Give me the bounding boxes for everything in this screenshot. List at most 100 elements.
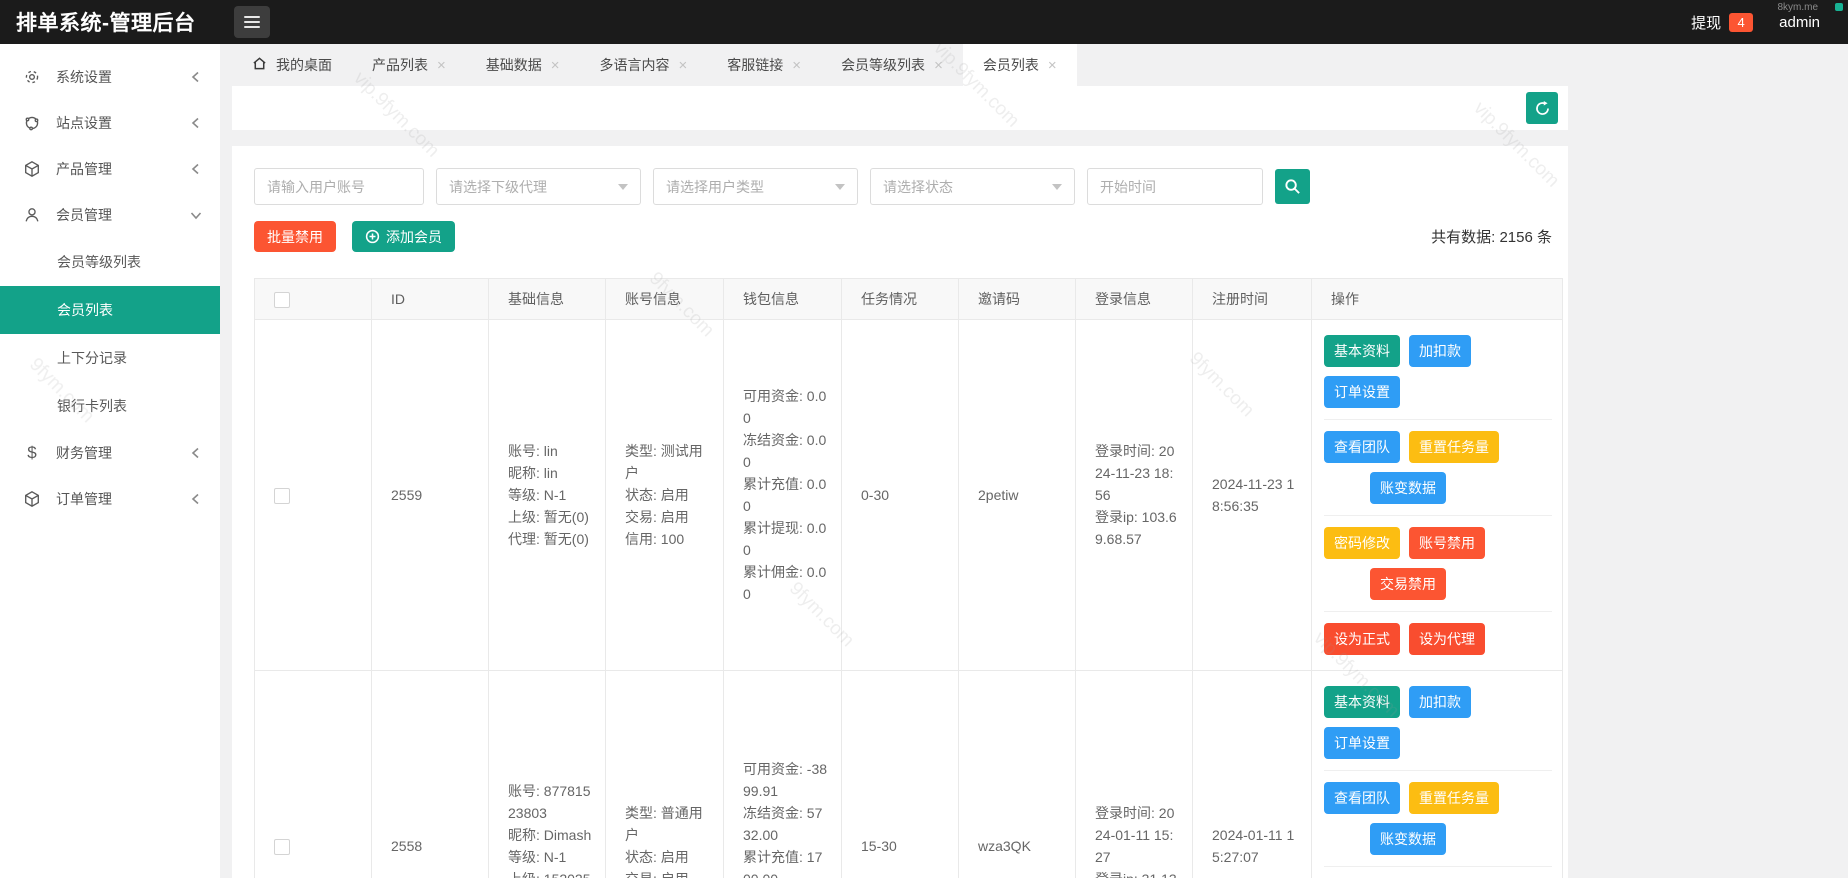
info-line: 上级: 15202595989(2519) — [508, 868, 593, 878]
main-area: 我的桌面 产品列表 × 基础数据 × 多语言内容 × 客服链接 × — [220, 44, 1848, 878]
action-toolbar: 批量禁用 添加会员 共有数据: 2156 条 — [254, 221, 1554, 252]
action-button[interactable]: 重置任务量 — [1409, 782, 1499, 814]
action-button[interactable]: 设为代理 — [1409, 623, 1485, 655]
row-invite-code-cell: wza3QK — [959, 671, 1076, 878]
row-basic-info-cell: 账号: 87781523803昵称: Dimash等级: N-1上级: 1520… — [489, 671, 606, 878]
tab-product-list[interactable]: 产品列表 × — [352, 44, 466, 86]
column-header-actions: 操作 — [1312, 279, 1563, 320]
total-unit: 条 — [1537, 229, 1552, 246]
tab-multilanguage-content[interactable]: 多语言内容 × — [580, 44, 708, 86]
column-header-account-info: 账号信息 — [606, 279, 724, 320]
action-button[interactable]: 基本资料 — [1324, 686, 1400, 718]
sidebar-item-label: 产品管理 — [56, 159, 112, 179]
action-button-group: 密码修改账号禁用交易禁用 — [1324, 866, 1552, 878]
withdraw-label: 提现 — [1691, 12, 1721, 33]
tab-member-level-list[interactable]: 会员等级列表 × — [821, 44, 963, 86]
action-button[interactable]: 基本资料 — [1324, 335, 1400, 367]
sidebar-item-site-settings[interactable]: 站点设置 — [0, 100, 220, 146]
tab-label: 基础数据 — [486, 55, 542, 75]
chevron-down-icon — [1052, 184, 1062, 190]
action-button-group: 基本资料加扣款订单设置 — [1324, 675, 1552, 770]
info-line: 冻结资金: 5732.00 — [743, 802, 829, 846]
batch-disable-button[interactable]: 批量禁用 — [254, 221, 336, 252]
column-header-tasks: 任务情况 — [842, 279, 959, 320]
sidebar-item-updown-records[interactable]: 上下分记录 — [0, 334, 220, 382]
account-search-input[interactable] — [254, 168, 424, 205]
user-menu[interactable]: admin — [1779, 14, 1820, 31]
sidebar-item-product-management[interactable]: 产品管理 — [0, 146, 220, 192]
row-checkbox[interactable] — [274, 839, 290, 855]
sidebar-item-label: 会员等级列表 — [57, 252, 141, 272]
action-button[interactable]: 查看团队 — [1324, 431, 1400, 463]
action-button[interactable]: 订单设置 — [1324, 376, 1400, 408]
close-icon[interactable]: × — [934, 58, 943, 73]
user-type-select[interactable]: 请选择用户类型 — [653, 168, 858, 205]
chevron-left-icon — [190, 447, 202, 459]
filter-row: 请选择下级代理 请选择用户类型 请选择状态 — [254, 168, 1554, 205]
add-member-button[interactable]: 添加会员 — [352, 221, 455, 252]
sidebar-item-label: 上下分记录 — [57, 348, 127, 368]
app-title: 排单系统-管理后台 — [0, 7, 220, 37]
action-button[interactable]: 密码修改 — [1324, 527, 1400, 559]
close-icon[interactable]: × — [792, 58, 801, 73]
tab-basic-data[interactable]: 基础数据 × — [466, 44, 580, 86]
search-button[interactable] — [1275, 169, 1310, 204]
user-icon — [22, 205, 42, 225]
sidebar-item-bank-card-list[interactable]: 银行卡列表 — [0, 382, 220, 430]
close-icon[interactable]: × — [551, 58, 560, 73]
select-placeholder: 请选择用户类型 — [666, 177, 764, 197]
action-button[interactable]: 查看团队 — [1324, 782, 1400, 814]
action-button[interactable]: 加扣款 — [1409, 686, 1471, 718]
info-line: 等级: N-1 — [508, 484, 593, 506]
row-tasks-cell: 0-30 — [842, 320, 959, 671]
info-line: 上级: 暂无(0) — [508, 506, 593, 528]
tab-label: 会员等级列表 — [841, 55, 925, 75]
sidebar-item-system-settings[interactable]: 系统设置 — [0, 54, 220, 100]
select-placeholder: 请选择下级代理 — [449, 177, 547, 197]
withdraw-link[interactable]: 提现 4 — [1691, 12, 1753, 33]
agent-select[interactable]: 请选择下级代理 — [436, 168, 641, 205]
column-header-basic-info: 基础信息 — [489, 279, 606, 320]
chevron-down-icon — [618, 184, 628, 190]
info-line: 可用资金: 0.00 — [743, 385, 829, 429]
info-line: 登录时间: 2024-01-11 15:27 — [1095, 802, 1180, 868]
action-button[interactable]: 设为正式 — [1324, 623, 1400, 655]
content-panel: 请选择下级代理 请选择用户类型 请选择状态 — [232, 146, 1568, 878]
close-icon[interactable]: × — [437, 58, 446, 73]
sidebar-item-finance-management[interactable]: $ 财务管理 — [0, 430, 220, 476]
row-select-cell — [255, 671, 372, 878]
select-all-checkbox[interactable] — [274, 292, 290, 308]
action-button[interactable]: 账号禁用 — [1409, 527, 1485, 559]
status-select[interactable]: 请选择状态 — [870, 168, 1075, 205]
sidebar-item-label: 银行卡列表 — [57, 396, 127, 416]
sidebar-item-member-level-list[interactable]: 会员等级列表 — [0, 238, 220, 286]
sidebar-item-label: 财务管理 — [56, 443, 112, 463]
member-table-body: 2559账号: lin昵称: lin等级: N-1上级: 暂无(0)代理: 暂无… — [255, 320, 1563, 878]
action-button[interactable]: 交易禁用 — [1370, 568, 1446, 600]
sidebar-item-member-management[interactable]: 会员管理 — [0, 192, 220, 238]
action-button-group: 设为正式设为代理 — [1324, 611, 1552, 666]
site-icon — [22, 113, 42, 133]
row-tasks-cell: 15-30 — [842, 671, 959, 878]
action-button[interactable]: 重置任务量 — [1409, 431, 1499, 463]
row-basic-info-cell: 账号: lin昵称: lin等级: N-1上级: 暂无(0)代理: 暂无(0) — [489, 320, 606, 671]
action-button-group: 查看团队重置任务量账变数据 — [1324, 419, 1552, 515]
row-checkbox[interactable] — [274, 488, 290, 504]
close-icon[interactable]: × — [1048, 58, 1057, 73]
sidebar-item-order-management[interactable]: 订单管理 — [0, 476, 220, 522]
tab-my-desktop[interactable]: 我的桌面 — [232, 44, 352, 86]
action-button[interactable]: 加扣款 — [1409, 335, 1471, 367]
select-all-cell — [255, 279, 372, 320]
close-icon[interactable]: × — [679, 58, 688, 73]
sidebar-item-label: 站点设置 — [56, 113, 112, 133]
tab-member-list[interactable]: 会员列表 × — [963, 44, 1077, 86]
sidebar-item-member-list[interactable]: 会员列表 — [0, 286, 220, 334]
info-line: 登录ip: 103.69.68.57 — [1095, 506, 1180, 550]
refresh-button[interactable] — [1526, 92, 1558, 124]
action-button[interactable]: 订单设置 — [1324, 727, 1400, 759]
tab-customer-service-link[interactable]: 客服链接 × — [707, 44, 821, 86]
menu-toggle-button[interactable] — [234, 6, 270, 38]
start-time-input[interactable] — [1087, 168, 1263, 205]
action-button[interactable]: 账变数据 — [1370, 472, 1446, 504]
action-button[interactable]: 账变数据 — [1370, 823, 1446, 855]
